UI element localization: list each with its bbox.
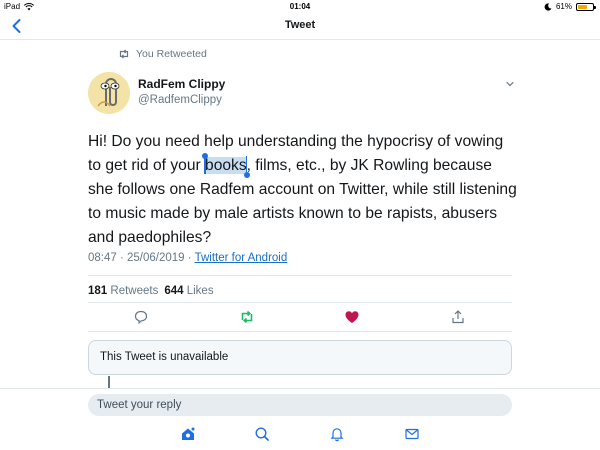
author-handle[interactable]: @RadfemClippy xyxy=(138,94,225,106)
avatar[interactable] xyxy=(88,72,130,114)
tweet-timestamp: 08:47 · 25/06/2019 · xyxy=(88,252,195,264)
messages-icon[interactable] xyxy=(404,426,420,442)
notifications-icon[interactable] xyxy=(329,426,345,442)
tab-bar xyxy=(0,420,600,450)
retweets-stat[interactable]: 181 Retweets xyxy=(88,285,158,297)
text-selection[interactable]: books xyxy=(202,153,250,178)
page-title: Tweet xyxy=(284,19,316,31)
divider xyxy=(88,331,512,332)
battery-icon xyxy=(576,2,596,11)
selection-start-handle[interactable] xyxy=(202,153,209,174)
unavailable-tweet-card: This Tweet is unavailable xyxy=(88,340,512,375)
reply-icon[interactable] xyxy=(133,309,149,325)
divider xyxy=(88,275,512,276)
likes-stat[interactable]: 644 Likes xyxy=(164,285,213,297)
author-name[interactable]: RadFem Clippy xyxy=(138,77,225,91)
reply-input[interactable] xyxy=(88,394,512,416)
retweet-label: Retweets xyxy=(110,285,159,297)
clock: 01:04 xyxy=(289,2,311,11)
thread-line xyxy=(108,376,110,388)
chevron-down-icon[interactable] xyxy=(504,79,516,89)
status-bar: iPad 01:04 61% xyxy=(0,0,600,14)
tweet-actions xyxy=(88,309,512,327)
battery-percent: 61% xyxy=(555,2,572,11)
like-icon[interactable] xyxy=(344,309,360,325)
search-icon[interactable] xyxy=(254,426,270,442)
retweet-count: 181 xyxy=(88,285,108,297)
tweet-stats: 181 Retweets 644 Likes xyxy=(88,285,214,297)
selection-end-handle[interactable] xyxy=(243,156,250,178)
source-link[interactable]: Twitter for Android xyxy=(195,252,288,264)
tweet-text[interactable]: Hi! Do you need help understanding the h… xyxy=(88,130,518,250)
selected-text: books xyxy=(205,157,247,174)
like-count: 644 xyxy=(164,285,184,297)
status-right: 61% xyxy=(544,2,596,11)
home-icon[interactable] xyxy=(180,426,196,442)
like-label: Likes xyxy=(186,285,214,297)
tweet-meta: 08:47 · 25/06/2019 · Twitter for Android xyxy=(88,252,287,264)
retweet-action-icon[interactable] xyxy=(239,309,255,325)
author-block[interactable]: RadFem Clippy @RadfemClippy xyxy=(138,77,225,106)
nav-bar: Tweet xyxy=(0,14,600,40)
moon-icon xyxy=(544,2,552,11)
share-icon[interactable] xyxy=(450,309,466,325)
retweet-context-label: You Retweeted xyxy=(136,48,207,60)
retweet-context: You Retweeted xyxy=(118,48,207,60)
divider xyxy=(0,388,600,389)
divider xyxy=(88,302,512,303)
retweet-icon xyxy=(119,49,129,59)
paperclip-avatar-icon xyxy=(88,72,130,114)
